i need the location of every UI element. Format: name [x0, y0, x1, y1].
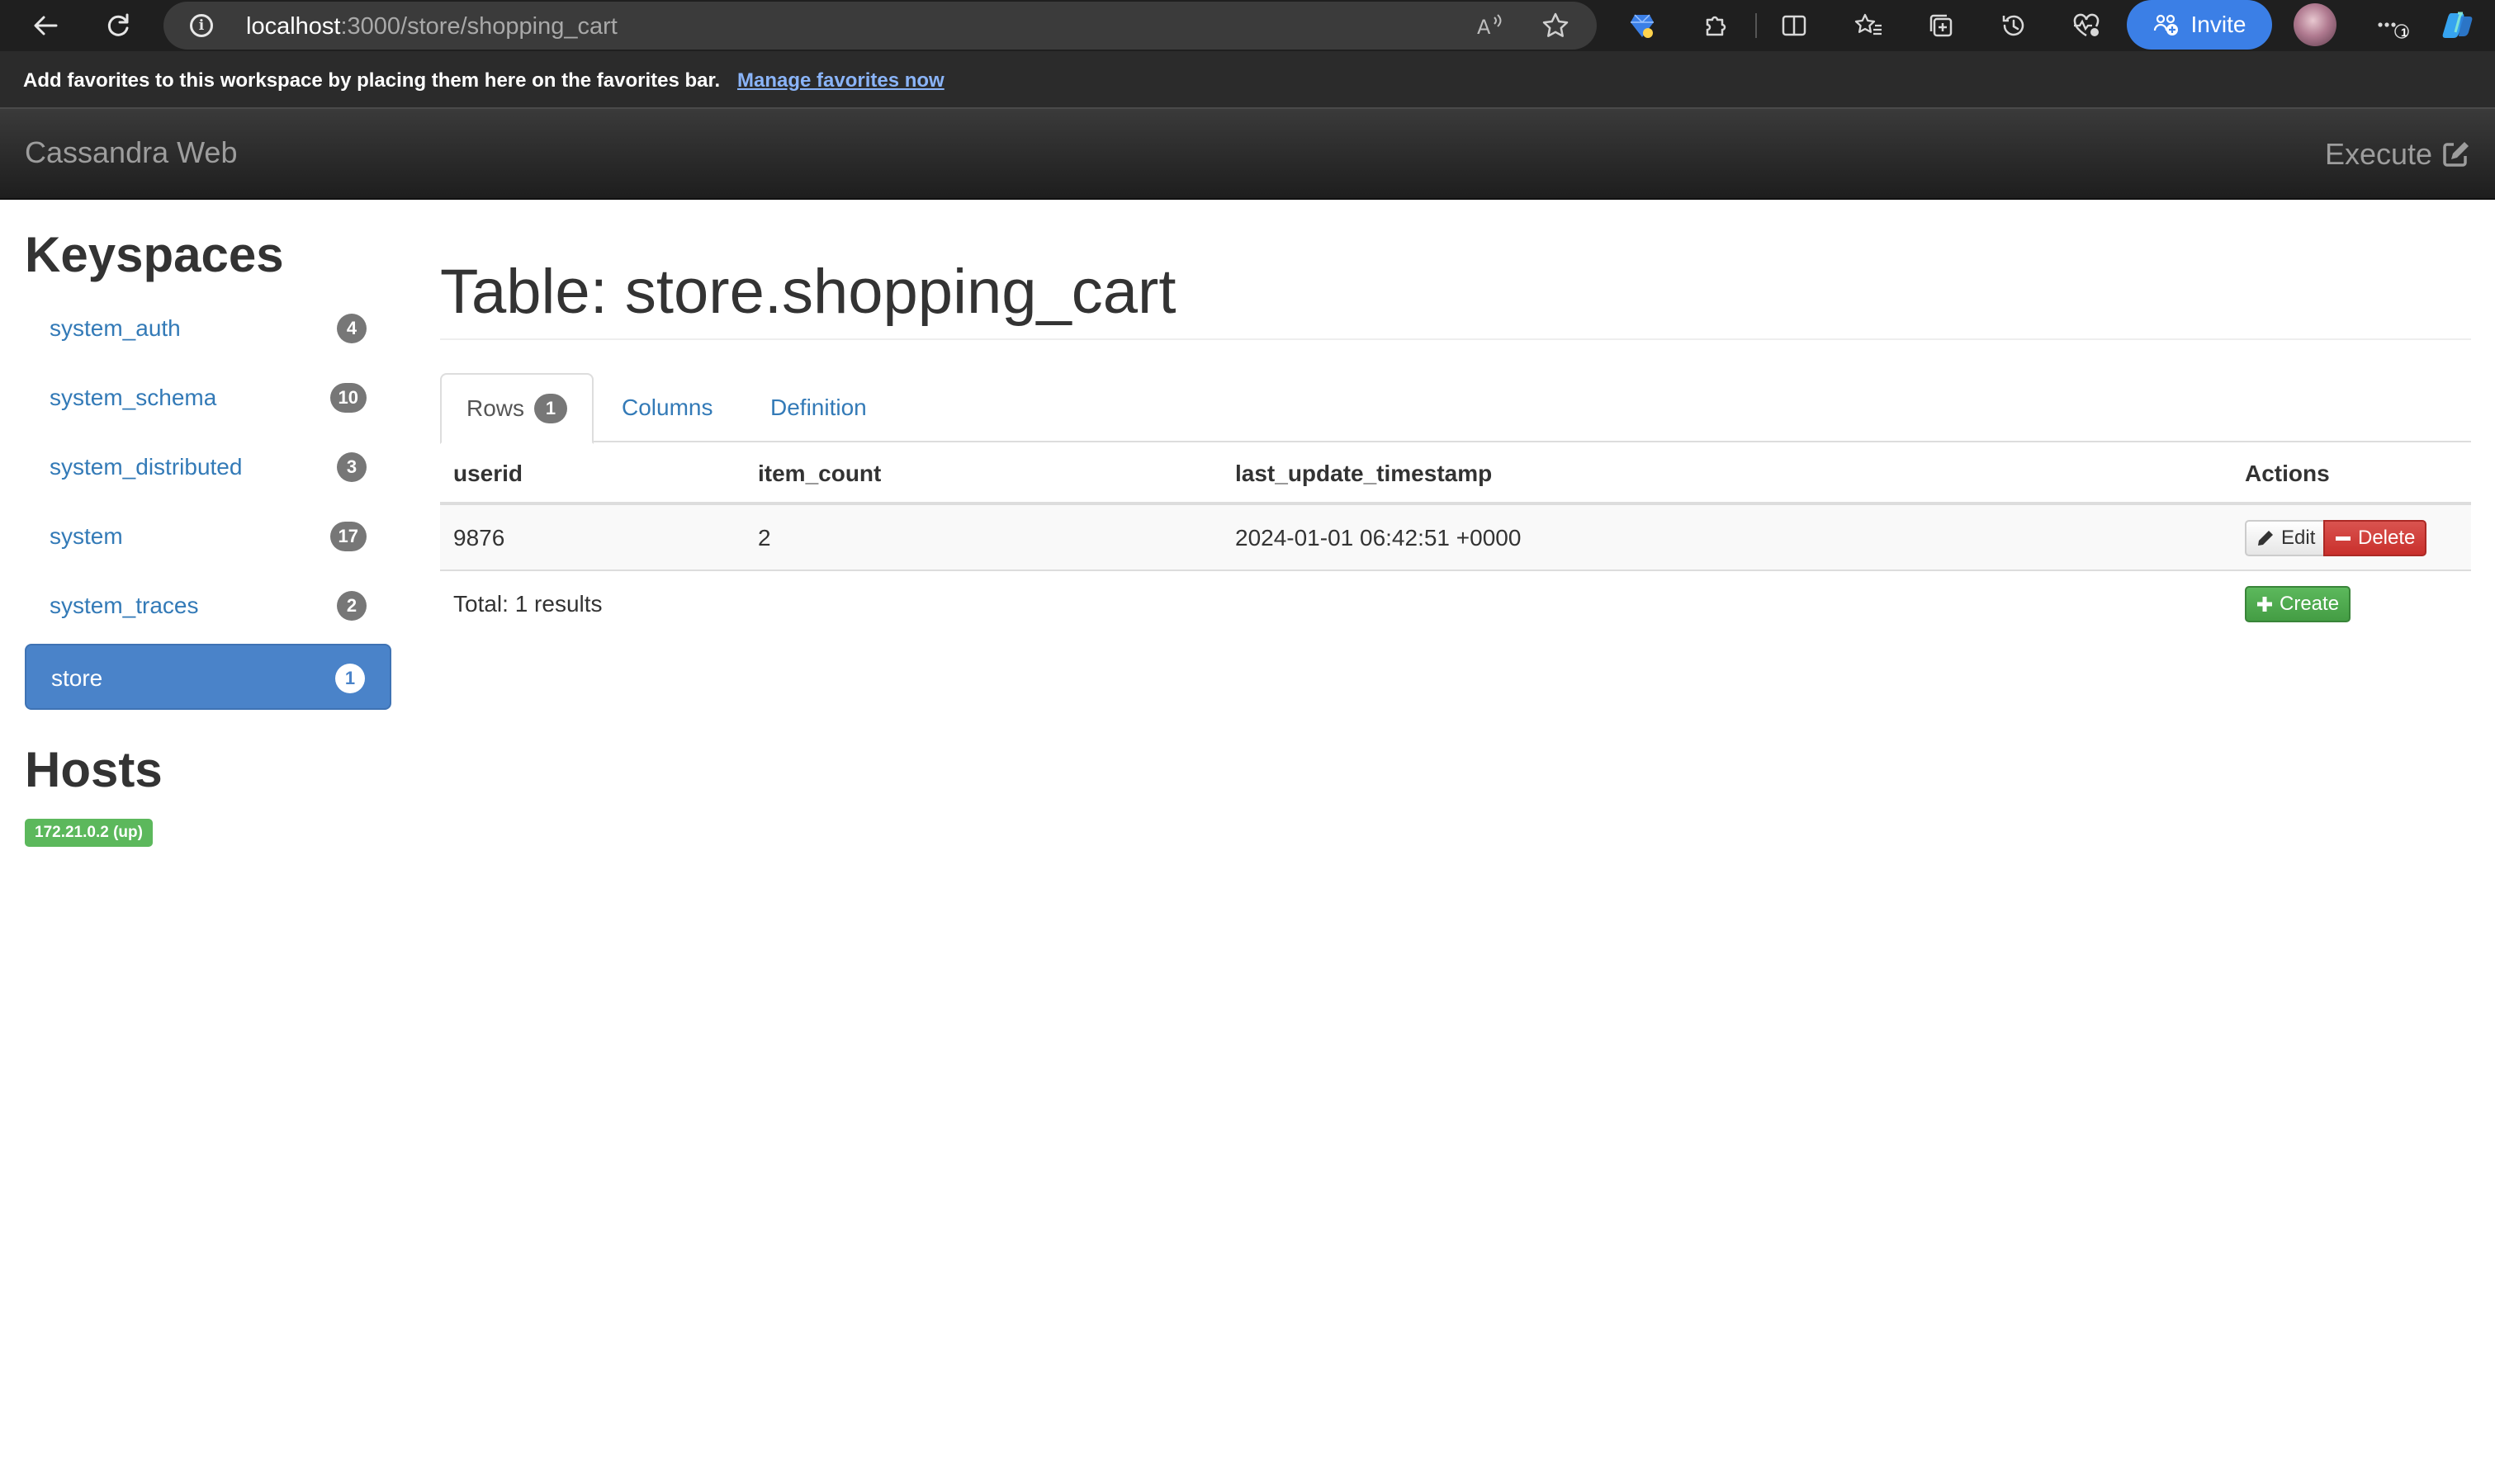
- column-header-item-count: item_count: [758, 461, 882, 486]
- title-divider: [440, 338, 2471, 340]
- invite-people-icon: [2153, 14, 2178, 35]
- cell-item-count: 2: [758, 525, 771, 551]
- keyspace-label: system_distributed: [50, 454, 243, 480]
- info-icon[interactable]: i: [190, 14, 213, 37]
- tab-definition-label: Definition: [770, 395, 867, 420]
- table-header-row: userid item_count last_update_timestamp …: [440, 442, 2471, 505]
- page-title: Table: store.shopping_cart: [440, 257, 1176, 327]
- app-navbar: Cassandra Web Execute: [0, 109, 2495, 200]
- keyspace-label: system_auth: [50, 315, 181, 341]
- address-bar[interactable]: i localhost:3000/store/shopping_cart A: [163, 2, 1597, 50]
- tab-columns-label: Columns: [622, 395, 713, 420]
- keyspace-count-badge: 10: [329, 383, 367, 413]
- cell-userid: 9876: [453, 525, 505, 551]
- tab-columns[interactable]: Columns: [622, 373, 713, 442]
- table-row: 9876 2 2024-01-01 06:42:51 +0000 Edit De…: [440, 505, 2471, 571]
- column-header-actions: Actions: [2245, 461, 2330, 486]
- url-path: :3000/store/shopping_cart: [340, 13, 618, 40]
- total-results: Total: 1 results: [453, 591, 603, 617]
- edit-square-icon: [2443, 142, 2469, 167]
- table-footer-row: Total: 1 results Create: [440, 571, 2471, 637]
- favorite-star-icon[interactable]: [1539, 9, 1572, 42]
- create-button[interactable]: Create: [2245, 586, 2351, 622]
- history-icon[interactable]: [1995, 7, 2033, 45]
- pencil-icon: [2258, 531, 2273, 546]
- create-label: Create: [2280, 593, 2340, 615]
- keyspace-count-badge: 3: [337, 452, 367, 482]
- toolbar-divider: [1755, 13, 1757, 38]
- url-host: localhost: [246, 13, 341, 40]
- execute-button[interactable]: Execute: [2325, 137, 2470, 172]
- keyspace-count-badge: 2: [337, 591, 367, 621]
- edit-button[interactable]: Edit: [2245, 520, 2327, 556]
- back-icon[interactable]: [25, 5, 66, 46]
- split-screen-icon[interactable]: [1775, 7, 1813, 45]
- extensions-icon[interactable]: [1696, 7, 1734, 45]
- keyspace-label: store: [51, 665, 103, 691]
- minus-icon: [2336, 536, 2351, 541]
- favorites-message: Add favorites to this workspace by placi…: [23, 69, 721, 92]
- invite-label: Invite: [2190, 12, 2246, 37]
- keyspace-count-badge: 1: [335, 664, 365, 693]
- keyspace-item-store[interactable]: store 1: [25, 644, 391, 710]
- table-tabs: Rows 1 Columns Definition: [440, 373, 2471, 444]
- brand-link[interactable]: Cassandra Web: [25, 135, 237, 170]
- read-aloud-icon[interactable]: A: [1473, 9, 1506, 42]
- svg-text:A: A: [1477, 16, 1491, 39]
- column-header-userid: userid: [453, 461, 523, 486]
- host-status-badge: 172.21.0.2 (up): [25, 819, 153, 847]
- favorites-icon[interactable]: [1849, 7, 1887, 45]
- invite-button[interactable]: Invite: [2127, 0, 2272, 50]
- keyspace-item-system-auth[interactable]: system_auth 4: [25, 295, 391, 362]
- browser-toolbar: i localhost:3000/store/shopping_cart A I…: [0, 0, 2495, 51]
- keyspace-count-badge: 4: [337, 314, 367, 343]
- performance-icon[interactable]: [2067, 7, 2105, 45]
- url-text[interactable]: localhost:3000/store/shopping_cart: [246, 13, 618, 40]
- manage-favorites-link[interactable]: Manage favorites now: [737, 69, 945, 92]
- more-icon[interactable]: 1: [2374, 7, 2412, 45]
- keyspace-label: system_traces: [50, 593, 199, 618]
- plus-icon: [2257, 597, 2272, 612]
- tab-rows-label: Rows: [466, 395, 525, 421]
- tab-rows[interactable]: Rows 1: [440, 373, 594, 444]
- column-header-last-update-timestamp: last_update_timestamp: [1235, 461, 1493, 486]
- cell-last-update-timestamp: 2024-01-01 06:42:51 +0000: [1235, 525, 1522, 551]
- keyspace-item-system-distributed[interactable]: system_distributed 3: [25, 434, 391, 500]
- keyspace-label: system: [50, 523, 123, 549]
- tab-definition[interactable]: Definition: [770, 373, 867, 442]
- tab-rows-badge: 1: [534, 394, 568, 423]
- keyspaces-heading: Keyspaces: [25, 227, 284, 282]
- delete-button[interactable]: Delete: [2323, 520, 2427, 556]
- collections-icon[interactable]: [1922, 7, 1960, 45]
- delete-label: Delete: [2358, 527, 2416, 549]
- refresh-icon[interactable]: [97, 5, 139, 46]
- execute-label: Execute: [2325, 137, 2433, 171]
- edit-label: Edit: [2281, 527, 2316, 549]
- keyspace-item-system-traces[interactable]: system_traces 2: [25, 573, 391, 639]
- copilot-icon[interactable]: [2439, 7, 2477, 45]
- keyspace-label: system_schema: [50, 385, 217, 410]
- keyspace-count-badge: 17: [329, 522, 367, 551]
- hosts-heading: Hosts: [25, 742, 163, 797]
- more-badge: 1: [2401, 26, 2407, 39]
- avatar[interactable]: [2294, 3, 2336, 46]
- keyspace-item-system-schema[interactable]: system_schema 10: [25, 365, 391, 431]
- favorites-bar: Add favorites to this workspace by placi…: [0, 51, 2495, 109]
- keyspace-item-system[interactable]: system 17: [25, 503, 391, 569]
- keyspace-list: system_auth 4 system_schema 10 system_di…: [25, 295, 391, 710]
- gem-extension-icon[interactable]: [1623, 7, 1661, 45]
